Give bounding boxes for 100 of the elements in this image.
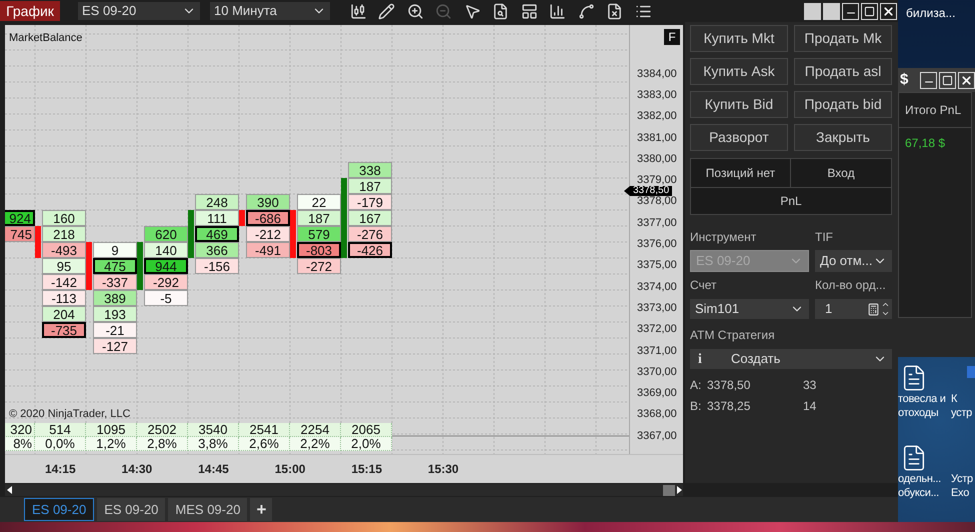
line-chart-icon bbox=[578, 2, 595, 20]
f-button[interactable]: F bbox=[664, 29, 680, 45]
chart-tab[interactable]: ES 09-20 bbox=[24, 498, 94, 521]
volume-cell: -337 bbox=[93, 274, 137, 290]
quantity-field[interactable]: 1 bbox=[815, 299, 892, 319]
order-button[interactable]: Закрыть bbox=[794, 124, 892, 151]
desktop-icon-label: билиза... bbox=[906, 6, 956, 20]
maximize-button[interactable] bbox=[861, 2, 878, 20]
volume-cell: 22 bbox=[297, 194, 341, 210]
percent-cell: 2,2% bbox=[290, 437, 341, 451]
volume-cell: -156 bbox=[195, 258, 239, 274]
price-label: 3369,00 bbox=[636, 388, 677, 398]
volume-cell: 248 bbox=[195, 194, 239, 210]
volume-cell: 140 bbox=[144, 242, 188, 258]
field-label: Инструмент bbox=[690, 230, 758, 244]
quote-size: 14 bbox=[803, 399, 816, 413]
quote-price: 3378,25 bbox=[707, 399, 752, 413]
price-label: 3368,00 bbox=[636, 409, 677, 420]
volume-cell: 111 bbox=[195, 210, 239, 226]
volume-cell: -803 bbox=[297, 242, 341, 258]
volume-cell: -686 bbox=[246, 210, 290, 226]
order-button[interactable]: Купить Mkt bbox=[690, 25, 788, 52]
time-label: 14:30 bbox=[122, 461, 152, 478]
volume-cell: 389 bbox=[93, 290, 137, 306]
volume-cell: 9 bbox=[93, 242, 137, 258]
desktop-icon-label: отоходы bbox=[898, 406, 938, 420]
volume-total-cell: 2502 bbox=[137, 423, 188, 437]
time-label: 14:45 bbox=[198, 461, 229, 478]
price-label: 3374,00 bbox=[636, 282, 677, 292]
spinner-icon[interactable] bbox=[881, 300, 890, 318]
price-label: 3380,00 bbox=[636, 154, 677, 164]
window-control[interactable] bbox=[823, 2, 840, 20]
chart-tab[interactable]: ES 09-20 bbox=[97, 498, 166, 521]
volume-total-cell: 2254 bbox=[290, 423, 341, 437]
order-button[interactable]: Купить Ask bbox=[690, 58, 788, 85]
price-label: 3375,00 bbox=[636, 260, 677, 270]
cursor-icon bbox=[464, 2, 481, 20]
order-button[interactable]: Разворот bbox=[690, 124, 788, 151]
volume-cell: -179 bbox=[348, 194, 392, 210]
desktop-icon-label: одельн... bbox=[898, 472, 941, 486]
zoom-out-icon bbox=[435, 2, 452, 20]
price-label: 3367,00 bbox=[636, 430, 677, 441]
volume-cell: -292 bbox=[144, 274, 188, 290]
desktop-icon-label: Exo bbox=[951, 486, 970, 500]
calculator-icon[interactable] bbox=[867, 302, 880, 316]
order-button[interactable]: Продать Mk bbox=[794, 25, 892, 52]
volume-cell: 924 bbox=[5, 210, 35, 226]
close-button[interactable] bbox=[958, 72, 975, 88]
horizontal-scrollbar[interactable] bbox=[5, 484, 683, 496]
maximize-icon bbox=[942, 74, 953, 86]
field-label: ATM Стратегия bbox=[690, 328, 776, 342]
maximize-button[interactable] bbox=[939, 72, 956, 88]
volume-cell: 187 bbox=[297, 210, 341, 226]
volume-cell: -142 bbox=[42, 274, 86, 290]
percent-cell: 1,2% bbox=[86, 437, 137, 451]
document-search-icon bbox=[492, 2, 510, 20]
desktop-icon-label: устр bbox=[951, 406, 972, 420]
minimize-button[interactable] bbox=[920, 72, 937, 88]
tif-select[interactable]: До отм... bbox=[815, 250, 892, 272]
interval-dropdown[interactable]: 10 Минута bbox=[210, 2, 330, 20]
volume-cell: 944 bbox=[144, 258, 188, 274]
close-button[interactable] bbox=[880, 2, 897, 20]
position-status: Позиций нет bbox=[706, 165, 776, 182]
close-icon bbox=[882, 4, 895, 18]
order-button[interactable]: Продать bid bbox=[794, 91, 892, 118]
volume-total-cell: 2541 bbox=[239, 423, 290, 437]
atm-strategy-select[interactable]: i Создать bbox=[690, 349, 892, 369]
volume-cell: 95 bbox=[42, 258, 86, 274]
order-button[interactable]: Купить Bid bbox=[690, 91, 788, 118]
volume-cell: 187 bbox=[348, 178, 392, 194]
scroll-thumb[interactable] bbox=[663, 484, 675, 496]
order-button[interactable]: Продать asl bbox=[794, 58, 892, 85]
chart-title-button[interactable]: График bbox=[0, 1, 60, 21]
volume-cell: 745 bbox=[5, 226, 35, 242]
field-label: Счет bbox=[690, 278, 718, 292]
window-control[interactable] bbox=[804, 2, 821, 20]
volume-cell: 338 bbox=[348, 162, 392, 178]
percent-cell: 0,0% bbox=[35, 437, 86, 451]
field-label: Кол-во орд... bbox=[815, 278, 887, 292]
account-select[interactable]: Sim101 bbox=[690, 299, 809, 319]
volume-cell: 218 bbox=[42, 226, 86, 242]
volume-cell: -491 bbox=[246, 242, 290, 258]
quote-size: 33 bbox=[803, 378, 816, 392]
desktop-icon-label: К bbox=[951, 392, 958, 406]
desktop-icon-label: обукси... bbox=[898, 486, 939, 500]
percent-cell: 8% bbox=[5, 437, 35, 451]
price-label: 3373,00 bbox=[636, 302, 677, 313]
field-label: TIF bbox=[815, 230, 834, 244]
chart-tab[interactable]: MES 09-20 bbox=[168, 498, 248, 521]
instrument-dropdown[interactable]: ES 09-20 bbox=[78, 2, 200, 20]
window-title: $ bbox=[899, 70, 910, 90]
volume-total-cell: 514 bbox=[35, 423, 86, 437]
volume-cell: 579 bbox=[297, 226, 341, 242]
price-label: 3382,00 bbox=[636, 111, 677, 122]
volume-total-cell: 3540 bbox=[188, 423, 239, 437]
pnl-label: PnL bbox=[780, 193, 802, 210]
column-header: Итого PnL bbox=[905, 102, 962, 119]
add-tab-button[interactable]: + bbox=[250, 498, 272, 521]
desktop-icon-label: Устр bbox=[951, 472, 973, 486]
minimize-button[interactable] bbox=[842, 2, 859, 20]
